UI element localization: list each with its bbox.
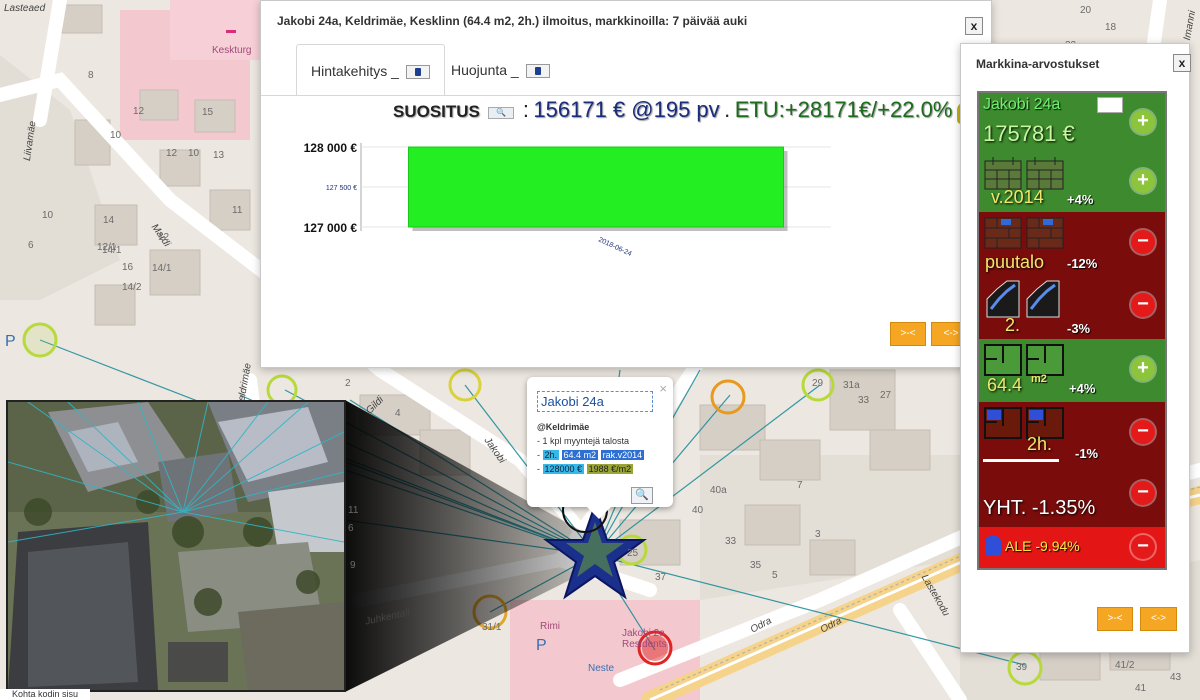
rooms-icon [984, 407, 1064, 439]
market-expand-button[interactable]: <-> [1140, 607, 1177, 631]
popup-price-value: 128000 € [542, 464, 585, 474]
valuation-total-row: YHT. -1.35% − [979, 465, 1165, 527]
listing-window: Jakobi 24a, Keldrimäe, Kesklinn (64.4 m2… [260, 0, 993, 368]
market-close-button[interactable]: x [1173, 54, 1191, 72]
popup-sales-count: - 1 kpl myyntejä talosta [537, 436, 630, 446]
valuation-area-effect: +4% [1069, 381, 1096, 396]
popup-price-sqm: 1988 €/m2 [586, 464, 634, 474]
plus-button[interactable]: + [1131, 169, 1155, 193]
price-chart: 127 000 € 127 500 € 128 000 € 2018-06-24 [304, 141, 831, 258]
listing-close-button[interactable]: x [965, 17, 983, 35]
valuation-floor: 2. [1005, 315, 1021, 335]
document-icon [405, 65, 430, 80]
valuation-rooms: 2h. [1027, 434, 1053, 454]
valuation-panel: Jakobi 24a 175781 € + v.2014 +4% + puuta… [977, 91, 1167, 570]
valuation-material: puutalo [985, 252, 1045, 272]
popup-area: 64.4 m2 [561, 450, 599, 460]
tab-hintakehitys-label: Hintakehitys _ [311, 63, 399, 79]
valuation-address: Jakobi 24a [983, 96, 1061, 113]
valuation-floor-effect: -3% [1067, 321, 1091, 336]
market-valuation-window: Markkina-arvostukset x Jakobi 24a 175781… [960, 43, 1191, 653]
popup-title[interactable]: Jakobi 24a [537, 391, 653, 412]
tab-divider [261, 95, 993, 96]
x-tick-label: 2018-06-24 [597, 236, 633, 258]
minus-button[interactable]: − [1131, 420, 1155, 444]
stairs-icon [986, 280, 1060, 318]
recommendation-search-button[interactable]: 🔍 [488, 106, 515, 119]
market-window-title: Markkina-arvostukset [976, 57, 1100, 71]
recommendation-price: 156171 € @195 pv [533, 97, 720, 122]
y-tick-label: 127 500 € [326, 185, 357, 192]
floorplan-icon [984, 344, 1064, 376]
popup-district: @Keldrimäe [537, 422, 590, 432]
valuation-value: 175781 € [983, 121, 1075, 146]
listing-collapse-button[interactable]: >-< [890, 322, 926, 346]
tab-huojunta[interactable]: Huojunta _ [437, 44, 564, 96]
minus-button[interactable]: − [1131, 535, 1155, 559]
listing-window-title: Jakobi 24a, Keldrimäe, Kesklinn (64.4 m2… [277, 14, 748, 28]
minus-button[interactable]: − [1131, 481, 1155, 505]
popup-price: - 128000 € 1988 €/m2 [537, 464, 663, 474]
recommendation-line: SUOSITUS 🔍 : 156171 € @195 pv . ETU:+281… [393, 97, 975, 124]
y-tick-label: 128 000 € [304, 141, 358, 155]
valuation-year: v.2014 [991, 187, 1044, 207]
document-icon [525, 64, 550, 79]
tab-huojunta-label: Huojunta _ [451, 62, 519, 78]
poi-keskturg: Keskturg [212, 45, 252, 56]
valuation-row-area: 64.4 m2 +4% + [979, 339, 1165, 402]
street-label: Lasteaed [4, 3, 46, 14]
poi-rimi: Rimi [540, 621, 560, 632]
document-icon [1097, 97, 1123, 113]
brick-wall-icon [984, 217, 1064, 249]
plus-button[interactable]: + [1131, 110, 1155, 134]
hand-icon [985, 536, 1001, 556]
valuation-discount: ALE -9.94% [1005, 538, 1080, 554]
valuation-header-row: Jakobi 24a 175781 € + [979, 93, 1165, 151]
popup-zoom-icon[interactable]: 🔍 [631, 487, 653, 504]
recommendation-label: SUOSITUS [393, 102, 480, 121]
listing-popup: × Jakobi 24a @Keldrimäe - 1 kpl myyntejä… [527, 377, 673, 519]
valuation-material-effect: -12% [1067, 256, 1098, 271]
aerial-photo [6, 400, 346, 692]
bar [408, 146, 784, 228]
aerial-caption: Kohta kodin sisu [0, 689, 90, 700]
valuation-row-floor: 2. -3% − [979, 275, 1165, 339]
valuation-row-rooms: 2h. -1% − [979, 402, 1165, 465]
valuation-discount-row: ALE -9.94% − [979, 527, 1165, 568]
row-underline [983, 459, 1059, 462]
valuation-area-unit: m2 [1031, 373, 1047, 385]
valuation-rooms-effect: -1% [1075, 446, 1099, 461]
valuation-row-year: v.2014 +4% + [979, 151, 1165, 212]
y-tick-label: 127 000 € [304, 221, 358, 235]
popup-details: - 2h. 64.4 m2 rak.v2014 [537, 450, 663, 460]
recommendation-colon: : [522, 97, 529, 122]
calendar-icon [984, 157, 1064, 190]
aerial-image [8, 402, 344, 690]
tab-hintakehitys[interactable]: Hintakehitys _ [296, 44, 445, 96]
valuation-year-effect: +4% [1067, 192, 1094, 207]
recommendation-separator: . [724, 97, 731, 122]
plus-button[interactable]: + [1131, 357, 1155, 381]
valuation-area: 64.4 [987, 375, 1023, 395]
poi-neste: Neste [588, 663, 615, 674]
popup-price-prefix: - [537, 464, 540, 474]
valuation-total: YHT. -1.35% [983, 497, 1096, 519]
popup-rooms: 2h. [542, 450, 560, 460]
minus-button[interactable]: − [1131, 293, 1155, 317]
popup-close-button[interactable]: × [659, 381, 667, 396]
recommendation-gain: ETU:+28171€/+22.0% [734, 97, 953, 122]
poi-jakobi-residents: Jakobi 2a Residents [622, 628, 667, 650]
minus-button[interactable]: − [1131, 230, 1155, 254]
popup-details-prefix: - [537, 450, 540, 460]
popup-year: rak.v2014 [600, 450, 645, 460]
market-collapse-button[interactable]: >-< [1097, 607, 1133, 631]
valuation-row-material: puutalo -12% − [979, 212, 1165, 275]
